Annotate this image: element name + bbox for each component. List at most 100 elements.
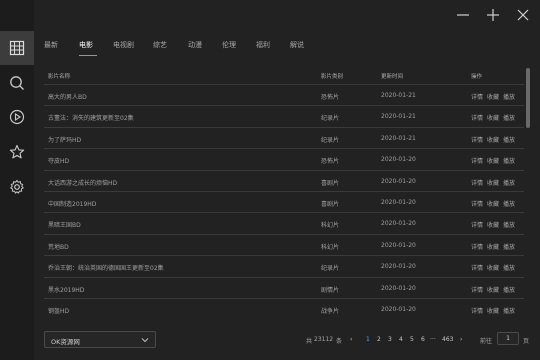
- tab-variety[interactable]: 综艺: [153, 40, 167, 50]
- prev-page-button[interactable]: ‹: [350, 336, 352, 343]
- table-row[interactable]: 荒地BD 科幻片 2020-01-20 详情 收藏 播放: [44, 233, 524, 255]
- movie-name: 乔治王朝：统治英国的德国国王更新至02集: [48, 265, 164, 273]
- tab-anime[interactable]: 动漫: [188, 40, 202, 50]
- tab-latest[interactable]: 最新: [44, 40, 58, 50]
- favorite-button[interactable]: 收藏: [487, 201, 499, 208]
- sidebar-item-films[interactable]: [0, 31, 34, 65]
- gear-icon: [10, 179, 24, 194]
- total-count: 23112: [314, 336, 334, 343]
- sidebar-item-search[interactable]: [0, 66, 34, 100]
- play-button[interactable]: 播放: [503, 94, 515, 101]
- favorite-button[interactable]: 收藏: [487, 287, 499, 294]
- table-scrollbar[interactable]: [526, 68, 530, 128]
- play-button[interactable]: 播放: [503, 287, 515, 294]
- play-button[interactable]: 播放: [503, 265, 515, 272]
- page-last[interactable]: 463: [442, 336, 453, 343]
- sidebar-item-favorites[interactable]: [0, 135, 34, 169]
- page-5[interactable]: 5: [410, 336, 414, 343]
- table-row[interactable]: 钢盔HD 战争片 2020-01-20 详情 收藏 播放: [44, 297, 524, 319]
- table-row[interactable]: 古董法：消失的建筑更新至02集 纪录片 2020-01-21 详情 收藏 播放: [44, 105, 524, 126]
- tab-movies[interactable]: 电影: [79, 40, 93, 50]
- play-button[interactable]: 播放: [503, 201, 515, 208]
- detail-button[interactable]: 详情: [471, 201, 483, 208]
- movie-name: 大话西游之成长的烦恼HD: [48, 179, 118, 187]
- page-4[interactable]: 4: [399, 336, 403, 343]
- movie-type: 科幻片: [321, 222, 340, 230]
- sidebar-item-settings[interactable]: [0, 170, 34, 204]
- favorite-button[interactable]: 收藏: [487, 94, 499, 101]
- window-controls: [454, 6, 532, 24]
- active-tab-indicator: [79, 55, 97, 56]
- movie-date: 2020-01-20: [381, 263, 416, 271]
- header-name: 影片名称: [48, 74, 71, 80]
- detail-button[interactable]: 详情: [471, 94, 483, 101]
- close-button[interactable]: [514, 6, 532, 24]
- detail-button[interactable]: 详情: [471, 137, 483, 144]
- favorite-button[interactable]: 收藏: [487, 137, 499, 144]
- play-button[interactable]: 播放: [503, 137, 515, 144]
- movie-date: 2020-01-20: [381, 220, 416, 228]
- page-6[interactable]: 6: [421, 336, 425, 343]
- favorite-button[interactable]: 收藏: [487, 115, 499, 122]
- page-ellipsis[interactable]: ···: [430, 336, 436, 343]
- detail-button[interactable]: 详情: [471, 115, 483, 122]
- movie-type: 剧情片: [321, 286, 340, 294]
- play-button[interactable]: 播放: [503, 115, 515, 122]
- table-row[interactable]: 高大的男人BD 恐怖片 2020-01-21 详情 收藏 播放: [44, 84, 524, 105]
- tab-welfare[interactable]: 福利: [256, 40, 270, 50]
- tab-ethics[interactable]: 伦理: [222, 40, 236, 50]
- sidebar: [0, 0, 34, 360]
- table-row[interactable]: 为了萨玛HD 纪录片 2020-01-21 详情 收藏 播放: [44, 126, 526, 148]
- page-2[interactable]: 2: [377, 336, 381, 343]
- goto-label: 前往: [480, 338, 493, 345]
- movie-type: 科幻片: [321, 243, 340, 251]
- table-row[interactable]: 中国制造2019HD 喜剧片 2020-01-20 详情 收藏 播放: [44, 190, 524, 212]
- table-row[interactable]: 大话西游之成长的烦恼HD 喜剧片 2020-01-20 详情 收藏 播放: [44, 169, 524, 191]
- source-select[interactable]: OK资源网: [44, 331, 156, 348]
- table-row[interactable]: 乔治王朝：统治英国的德国国王更新至02集 纪录片 2020-01-20 详情 收藏 播放: [44, 255, 524, 276]
- next-page-button[interactable]: ›: [460, 336, 462, 343]
- movie-name: 荒地BD: [48, 243, 69, 251]
- tab-commentary[interactable]: 解说: [290, 40, 304, 50]
- detail-button[interactable]: 详情: [471, 287, 483, 294]
- detail-button[interactable]: 详情: [471, 265, 483, 272]
- favorite-button[interactable]: 收藏: [487, 244, 499, 251]
- play-button[interactable]: 播放: [503, 158, 515, 165]
- detail-button[interactable]: 详情: [471, 308, 483, 315]
- movie-date: 2020-01-20: [381, 198, 416, 206]
- table-row[interactable]: 夺皮HD 恐怖片 2020-01-20 详情 收藏 播放: [44, 148, 524, 169]
- movie-name: 钢盔HD: [48, 307, 70, 315]
- table-row[interactable]: 黑暗王国BD 科幻片 2020-01-20 详情 收藏 播放: [44, 212, 524, 233]
- favorite-button[interactable]: 收藏: [487, 265, 499, 272]
- movie-type: 纪录片: [321, 136, 340, 144]
- close-icon: [517, 9, 529, 21]
- favorite-button[interactable]: 收藏: [487, 222, 499, 229]
- movie-date: 2020-01-21: [381, 92, 416, 99]
- favorite-button[interactable]: 收藏: [487, 158, 499, 165]
- total-prefix: 共: [306, 338, 313, 345]
- page-3[interactable]: 3: [388, 336, 392, 343]
- play-button[interactable]: 播放: [503, 244, 515, 251]
- detail-button[interactable]: 详情: [471, 180, 483, 187]
- table-row[interactable]: 黑水2019HD 剧情片 2020-01-20 详情 收藏 播放: [44, 276, 524, 298]
- detail-button[interactable]: 详情: [471, 222, 483, 229]
- favorite-button[interactable]: 收藏: [487, 180, 499, 187]
- minimize-button[interactable]: [454, 6, 472, 24]
- row-actions: 详情 收藏 播放: [471, 220, 526, 229]
- favorite-button[interactable]: 收藏: [487, 308, 499, 315]
- play-button[interactable]: 播放: [503, 222, 515, 229]
- tab-tv[interactable]: 电视剧: [113, 40, 134, 50]
- detail-button[interactable]: 详情: [471, 244, 483, 251]
- row-actions: 详情 收藏 播放: [471, 135, 526, 144]
- page-1[interactable]: 1: [366, 336, 370, 343]
- maximize-button[interactable]: [484, 6, 502, 24]
- goto-page-input[interactable]: [497, 332, 519, 345]
- row-actions: 详情 收藏 播放: [471, 92, 526, 101]
- play-button[interactable]: 播放: [503, 180, 515, 187]
- movie-date: 2020-01-20: [381, 156, 416, 164]
- movie-type: 喜剧片: [321, 179, 340, 187]
- detail-button[interactable]: 详情: [471, 158, 483, 165]
- movie-date: 2020-01-21: [381, 113, 416, 121]
- play-button[interactable]: 播放: [503, 308, 515, 315]
- sidebar-item-play[interactable]: [0, 100, 34, 134]
